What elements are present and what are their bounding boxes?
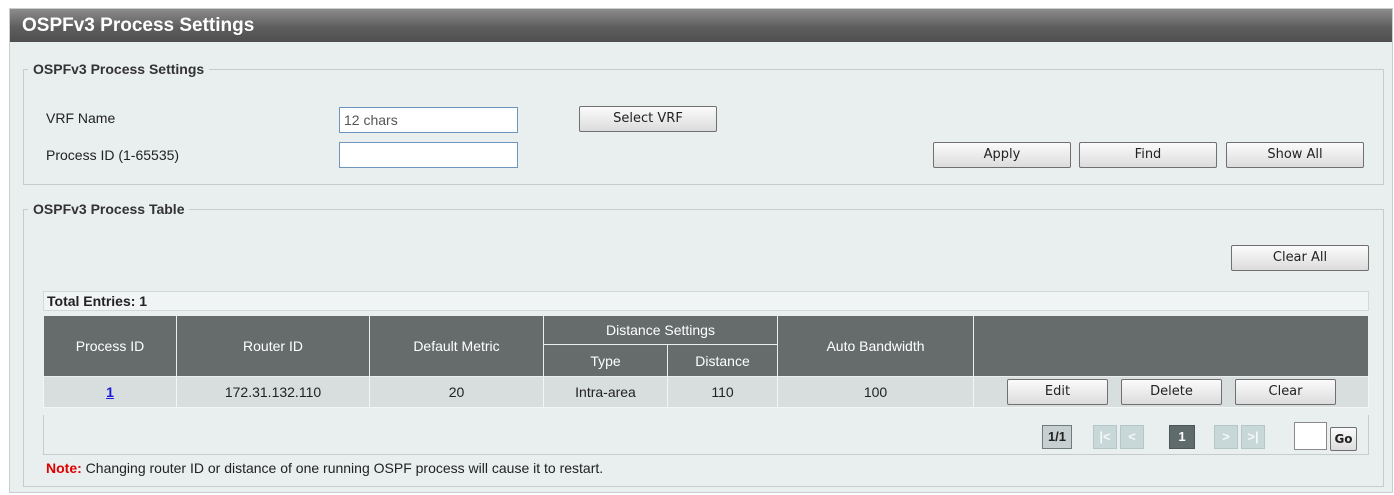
page-container: OSPFv3 Process Settings OSPFv3 Process S… <box>9 8 1393 493</box>
edit-button[interactable]: Edit <box>1007 379 1108 405</box>
settings-legend: OSPFv3 Process Settings <box>33 61 205 77</box>
find-button[interactable]: Find <box>1079 142 1217 168</box>
page-title: OSPFv3 Process Settings <box>10 9 1392 42</box>
vrf-name-label: VRF Name <box>46 110 116 126</box>
vrf-name-input[interactable] <box>339 107 518 133</box>
page-info: 1/1 <box>1042 425 1072 449</box>
select-vrf-button[interactable]: Select VRF <box>579 106 717 132</box>
process-id-link[interactable]: 1 <box>106 384 114 400</box>
col-distance: Distance <box>667 344 778 377</box>
note-prefix: Note: <box>46 460 82 476</box>
process-id-input[interactable] <box>339 142 518 168</box>
delete-button[interactable]: Delete <box>1121 379 1222 405</box>
table-row: 1 172.31.132.110 20 Intra-area 110 100 E… <box>43 376 1369 408</box>
col-auto-bandwidth: Auto Bandwidth <box>777 315 974 377</box>
process-id-label: Process ID (1-65535) <box>46 147 180 163</box>
clear-button[interactable]: Clear <box>1235 379 1336 405</box>
table-legend: OSPFv3 Process Table <box>33 201 185 217</box>
clear-all-button[interactable]: Clear All <box>1231 245 1369 271</box>
go-page-input[interactable] <box>1294 422 1327 450</box>
first-page-button[interactable]: |< <box>1093 425 1117 449</box>
cell-router-id: 172.31.132.110 <box>176 376 370 408</box>
cell-default-metric: 20 <box>369 376 544 408</box>
col-default-metric: Default Metric <box>369 315 544 377</box>
col-distance-settings: Distance Settings <box>543 315 778 345</box>
col-type: Type <box>543 344 668 377</box>
total-entries: Total Entries: 1 <box>43 291 1369 311</box>
col-actions <box>973 315 1369 377</box>
show-all-button[interactable]: Show All <box>1226 142 1364 168</box>
process-table: Process ID Router ID Default Metric Dist… <box>43 315 1369 408</box>
col-router-id: Router ID <box>176 315 370 377</box>
prev-page-button[interactable]: < <box>1120 425 1144 449</box>
go-button[interactable]: Go <box>1330 427 1357 451</box>
cell-type: Intra-area <box>543 376 668 408</box>
next-page-button[interactable]: > <box>1214 425 1238 449</box>
current-page-button[interactable]: 1 <box>1169 425 1195 449</box>
note-body: Changing router ID or distance of one ru… <box>81 460 604 476</box>
cell-actions: Edit Delete Clear <box>973 376 1369 408</box>
col-process-id: Process ID <box>43 315 177 377</box>
cell-distance: 110 <box>667 376 778 408</box>
apply-button[interactable]: Apply <box>933 142 1071 168</box>
note-text: Note: Changing router ID or distance of … <box>46 460 603 476</box>
last-page-button[interactable]: >| <box>1241 425 1265 449</box>
cell-auto-bandwidth: 100 <box>777 376 974 408</box>
